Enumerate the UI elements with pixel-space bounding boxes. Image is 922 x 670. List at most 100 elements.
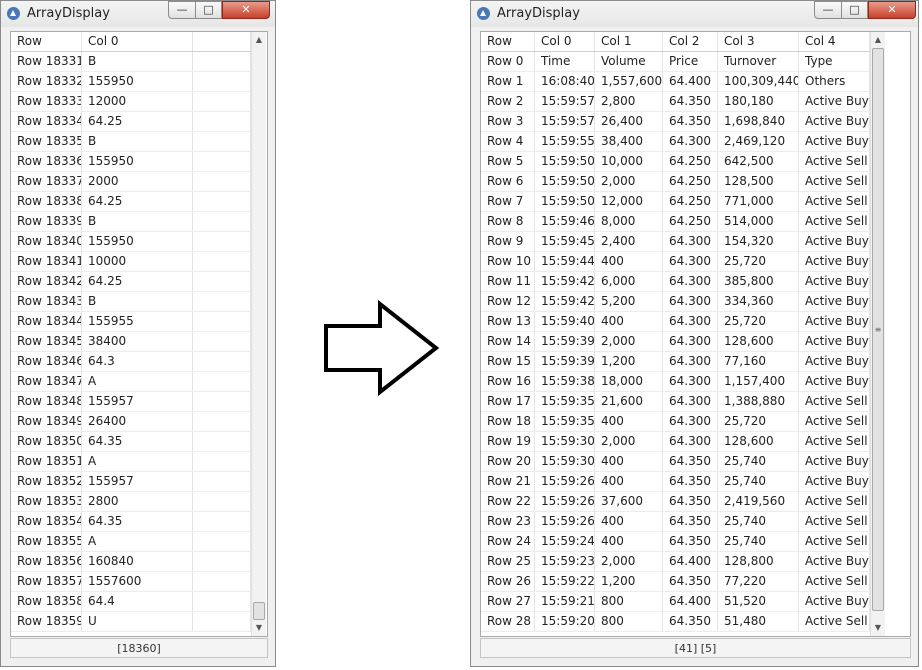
table-row[interactable]: Row 18337 2000 (11, 172, 251, 192)
table-cell: 10000 (82, 252, 193, 271)
left-minimize-button[interactable]: — (168, 1, 196, 19)
left-data-table[interactable]: Row Col 0 Row 18331 B Row 18332 155950 Row 183… (10, 31, 268, 637)
table-row[interactable]: Row 18347 A (11, 372, 251, 392)
table-row[interactable]: Row 18351 A (11, 452, 251, 472)
scrollbar-thumb[interactable]: ≡ (872, 48, 884, 612)
right-data-table[interactable]: Row Col 0 Col 1 Col 2 Col 3 Col 4 Row 0 Time Vol… (480, 31, 911, 637)
table-row[interactable]: Row 16 15:59:38 18,000 64.300 1,157,400 Activ… (481, 372, 870, 392)
table-row[interactable]: Row 8 15:59:46 8,000 64.250 514,000 Active Se… (481, 212, 870, 232)
table-cell: 15:59:38 (535, 372, 595, 391)
table-row[interactable]: Row 18354 64.35 (11, 512, 251, 532)
table-row[interactable]: Row 22 15:59:26 37,600 64.350 2,419,560 Activ… (481, 492, 870, 512)
table-row[interactable]: Row 18350 64.35 (11, 432, 251, 452)
table-row[interactable]: Row 18339 B (11, 212, 251, 232)
table-cell: Row 18353 (11, 492, 82, 511)
table-row[interactable]: Row 23 15:59:26 400 64.350 25,740 Active Sell (481, 512, 870, 532)
table-row[interactable]: Row 12 15:59:42 5,200 64.300 334,360 Active B… (481, 292, 870, 312)
table-cell: Row 26 (481, 572, 535, 591)
table-row[interactable]: Row 18334 64.25 (11, 112, 251, 132)
table-row[interactable]: Row 9 15:59:45 2,400 64.300 154,320 Active Bu… (481, 232, 870, 252)
vertical-scrollbar[interactable]: ▲ ▼ (251, 32, 266, 636)
right-minimize-button[interactable]: — (814, 1, 842, 19)
table-row[interactable]: Row 21 15:59:26 400 64.350 25,740 Active Buy (481, 472, 870, 492)
table-row[interactable]: Row 5 15:59:50 10,000 64.250 642,500 Active S… (481, 152, 870, 172)
table-row[interactable]: Row 4 15:59:55 38,400 64.300 2,469,120 Active… (481, 132, 870, 152)
table-cell: Row 18357 (11, 572, 82, 591)
left-title-bar[interactable]: ArrayDisplay — □ ✕ (1, 1, 275, 27)
table-cell: Row 0 (481, 52, 535, 71)
scroll-down-arrow-icon[interactable]: ▼ (871, 620, 885, 636)
table-row[interactable]: Row 18333 12000 (11, 92, 251, 112)
table-cell: 15:59:35 (535, 392, 595, 411)
table-row[interactable]: Row 18331 B (11, 52, 251, 72)
table-row[interactable]: Row 18336 155950 (11, 152, 251, 172)
table-cell: Row 18346 (11, 352, 82, 371)
table-row[interactable]: Row 18 15:59:35 400 64.300 25,720 Active Sell (481, 412, 870, 432)
left-maximize-button[interactable]: □ (195, 1, 222, 19)
table-cell: Active Sell (799, 532, 870, 551)
table-row[interactable]: Row 18359 U (11, 612, 251, 632)
table-cell: 15:59:50 (535, 152, 595, 171)
table-row[interactable]: Row 11 15:59:42 6,000 64.300 385,800 Active B… (481, 272, 870, 292)
scrollbar-thumb[interactable] (253, 602, 265, 620)
right-title-bar[interactable]: ArrayDisplay — □ ✕ (471, 1, 918, 27)
table-row[interactable]: Row 18348 155957 (11, 392, 251, 412)
table-row[interactable]: Row 25 15:59:23 2,000 64.400 128,800 Active B… (481, 552, 870, 572)
table-row[interactable]: Row 18335 B (11, 132, 251, 152)
table-row[interactable]: Row 26 15:59:22 1,200 64.350 77,220 Active Se… (481, 572, 870, 592)
table-row[interactable]: Row 18349 26400 (11, 412, 251, 432)
right-array-display-window: ArrayDisplay — □ ✕ Row Col 0 Col 1 Col 2 Col… (470, 0, 919, 667)
table-row[interactable]: Row 14 15:59:39 2,000 64.300 128,600 Active B… (481, 332, 870, 352)
table-row[interactable]: Row 18338 64.25 (11, 192, 251, 212)
table-row[interactable]: Row 7 15:59:50 12,000 64.250 771,000 Active S… (481, 192, 870, 212)
table-row[interactable]: Row 18342 64.25 (11, 272, 251, 292)
table-row[interactable]: Row 18346 64.3 (11, 352, 251, 372)
table-row[interactable]: Row 18332 155950 (11, 72, 251, 92)
vertical-scrollbar[interactable]: ▲ ▼ ≡ (870, 32, 885, 636)
right-maximize-button[interactable]: □ (841, 1, 868, 19)
table-row[interactable]: Row 18355 A (11, 532, 251, 552)
scroll-up-arrow-icon[interactable]: ▲ (871, 32, 885, 48)
table-header-row: Row Col 0 Col 1 Col 2 Col 3 Col 4 (481, 32, 870, 52)
table-row[interactable]: Row 18358 64.4 (11, 592, 251, 612)
table-cell: Row 18356 (11, 552, 82, 571)
table-row[interactable]: Row 2 15:59:57 2,800 64.350 180,180 Active Bu… (481, 92, 870, 112)
table-row[interactable]: Row 18340 155950 (11, 232, 251, 252)
table-cell: U (82, 612, 193, 631)
table-cell: 2,400 (595, 232, 663, 251)
table-row[interactable]: Row 18357 1557600 (11, 572, 251, 592)
table-row[interactable]: Row 6 15:59:50 2,000 64.250 128,500 Active Se… (481, 172, 870, 192)
table-row[interactable]: Row 18344 155955 (11, 312, 251, 332)
table-row[interactable]: Row 18356 160840 (11, 552, 251, 572)
table-cell: Active Buy (799, 92, 870, 111)
right-close-button[interactable]: ✕ (868, 1, 916, 19)
column-header: Col 4 (799, 32, 870, 51)
table-row[interactable]: Row 0 Time Volume Price Turnover Type (481, 52, 870, 72)
table-cell: Row 18341 (11, 252, 82, 271)
table-row[interactable]: Row 3 15:59:57 26,400 64.350 1,698,840 Active… (481, 112, 870, 132)
table-row[interactable]: Row 13 15:59:40 400 64.300 25,720 Active Buy (481, 312, 870, 332)
table-cell (193, 272, 251, 291)
table-row[interactable]: Row 18353 2800 (11, 492, 251, 512)
table-row[interactable]: Row 27 15:59:21 800 64.400 51,520 Active Buy (481, 592, 870, 612)
table-row[interactable]: Row 18341 10000 (11, 252, 251, 272)
table-row[interactable]: Row 15 15:59:39 1,200 64.300 77,160 Active Bu… (481, 352, 870, 372)
table-row[interactable]: Row 1 16:08:40 1,557,600 64.400 100,309,440 O… (481, 72, 870, 92)
table-row[interactable]: Row 17 15:59:35 21,600 64.300 1,388,880 Activ… (481, 392, 870, 412)
table-row[interactable]: Row 24 15:59:24 400 64.350 25,740 Active Sell (481, 532, 870, 552)
table-row[interactable]: Row 18345 38400 (11, 332, 251, 352)
table-cell (193, 232, 251, 251)
scroll-down-arrow-icon[interactable]: ▼ (252, 620, 266, 636)
table-row[interactable]: Row 18343 B (11, 292, 251, 312)
table-cell: 64.250 (663, 192, 718, 211)
table-cell (193, 112, 251, 131)
table-row[interactable]: Row 20 15:59:30 400 64.350 25,740 Active Buy (481, 452, 870, 472)
table-row[interactable]: Row 28 15:59:20 800 64.350 51,480 Active Sell (481, 612, 870, 632)
table-row[interactable]: Row 19 15:59:30 2,000 64.300 128,600 Active S… (481, 432, 870, 452)
table-cell: Row 18340 (11, 232, 82, 251)
table-cell: Row 6 (481, 172, 535, 191)
table-row[interactable]: Row 18352 155957 (11, 472, 251, 492)
table-row[interactable]: Row 10 15:59:44 400 64.300 25,720 Active Buy (481, 252, 870, 272)
left-close-button[interactable]: ✕ (222, 1, 270, 19)
scroll-up-arrow-icon[interactable]: ▲ (252, 32, 266, 48)
